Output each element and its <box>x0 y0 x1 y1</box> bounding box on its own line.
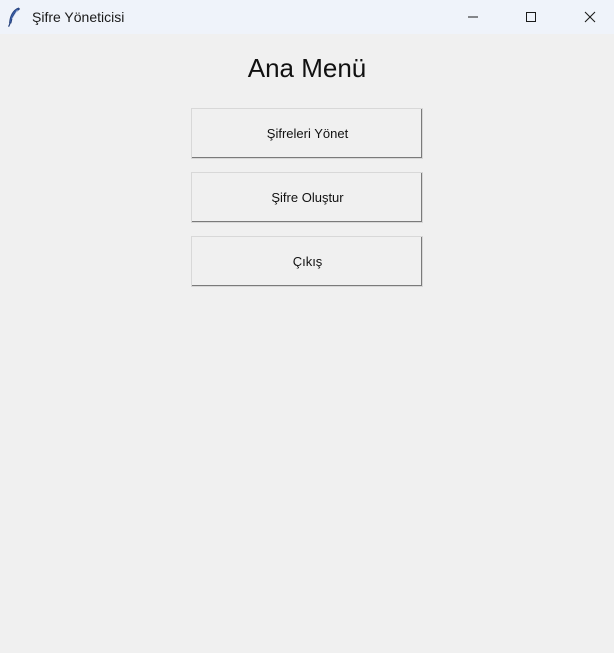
page-title: Ana Menü <box>247 53 367 83</box>
feather-icon <box>7 7 21 27</box>
maximize-icon <box>525 11 537 23</box>
close-icon <box>584 11 596 23</box>
manage-passwords-button[interactable]: Şifreleri Yönet <box>191 108 423 159</box>
exit-label: Çıkış <box>292 253 323 269</box>
create-password-label: Şifre Oluştur <box>271 189 344 205</box>
minimize-button[interactable] <box>450 0 496 34</box>
minimize-icon <box>467 11 479 23</box>
window-title: Şifre Yöneticisi <box>32 9 125 25</box>
close-button[interactable] <box>567 0 613 34</box>
create-password-button[interactable]: Şifre Oluştur <box>191 172 423 223</box>
title-bar: Şifre Yöneticisi <box>0 0 614 34</box>
maximize-button[interactable] <box>508 0 554 34</box>
exit-button[interactable]: Çıkış <box>191 236 423 287</box>
manage-passwords-label: Şifreleri Yönet <box>266 125 349 141</box>
